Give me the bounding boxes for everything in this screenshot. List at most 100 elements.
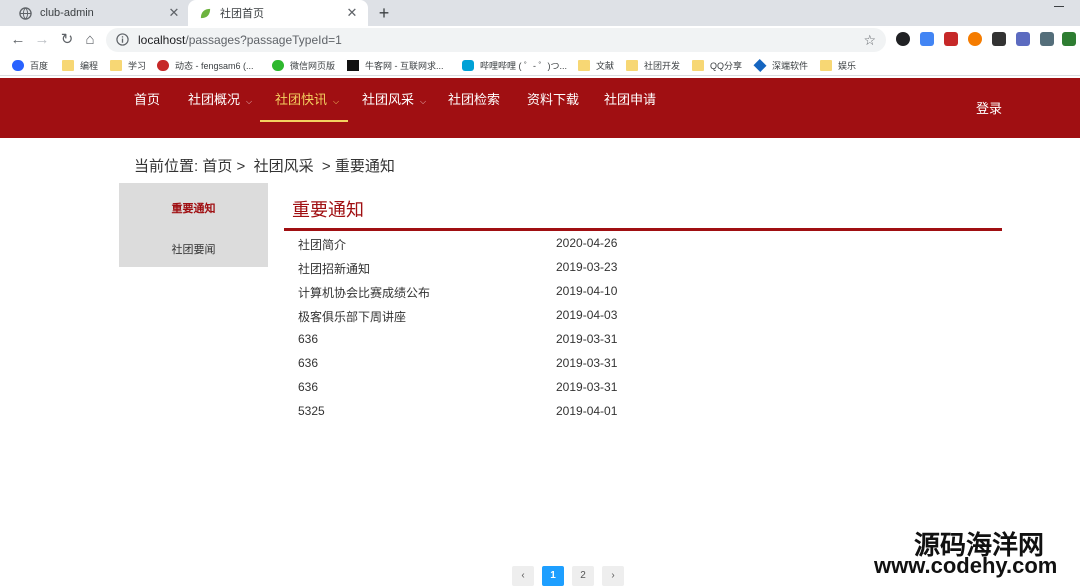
bookmark-software[interactable]: 深端软件 — [753, 57, 808, 73]
chevron-down-icon: ⌵ — [420, 97, 427, 106]
extension-icon[interactable] — [968, 32, 982, 46]
notice-date: 2020-04-26 — [556, 236, 618, 250]
chevron-down-icon: ⌵ — [246, 97, 253, 106]
url-host: localhost — [138, 33, 186, 47]
extension-icon[interactable] — [1016, 32, 1030, 46]
notice-title[interactable]: 计算机协会比赛成绩公布 — [298, 284, 430, 301]
nav-club-search[interactable]: 社团检索 — [448, 78, 500, 122]
home-button[interactable]: ⌂ — [80, 30, 100, 50]
ublock-icon[interactable] — [944, 32, 958, 46]
chevron-down-icon: ⌵ — [333, 97, 340, 106]
bookmark-bilibili[interactable]: 哔哩哔哩 ( ゜- ゜)つ... — [462, 57, 567, 73]
list-item[interactable]: 社团招新通知 2019-03-23 — [298, 258, 998, 282]
folder-icon — [626, 59, 638, 71]
list-item[interactable]: 636 2019-03-31 — [298, 330, 998, 354]
list-item[interactable]: 计算机协会比赛成绩公布 2019-04-10 — [298, 282, 998, 306]
notice-date: 2019-04-10 — [556, 284, 618, 298]
bookmark-wechat[interactable]: 微信网页版 — [272, 57, 335, 73]
login-link[interactable]: 登录 — [976, 98, 1002, 117]
next-page-button[interactable]: › — [602, 566, 624, 586]
browser-tab-club-admin[interactable]: club-admin ✕ — [8, 0, 190, 26]
list-item[interactable]: 极客俱乐部下周讲座 2019-04-03 — [298, 306, 998, 330]
bilibili-icon — [462, 59, 474, 71]
notice-title[interactable]: 636 — [298, 356, 318, 370]
extension-icon[interactable] — [1040, 32, 1054, 46]
bookmark-baidu[interactable]: 百度 — [12, 57, 48, 73]
pagination: ‹ 1 2 › — [512, 566, 632, 586]
browser-toolbar: ← → ↻ ⌂ localhost/passages?passageTypeId… — [0, 26, 1080, 54]
bookmark-star-icon[interactable]: ☆ — [863, 32, 876, 49]
diamond-icon — [753, 58, 767, 72]
side-item-important-notices[interactable]: 重要通知 — [119, 200, 268, 216]
bookmark-folder[interactable]: QQ分享 — [692, 57, 742, 73]
extension-icon[interactable] — [992, 32, 1006, 46]
notice-title[interactable]: 社团简介 — [298, 236, 346, 253]
list-item[interactable]: 5325 2019-04-01 — [298, 402, 998, 426]
github-icon — [157, 59, 169, 71]
list-item[interactable]: 636 2019-03-31 — [298, 378, 998, 402]
folder-icon — [692, 59, 704, 71]
tab-title: club-admin — [40, 7, 94, 19]
notice-title[interactable]: 极客俱乐部下周讲座 — [298, 308, 406, 325]
nav-downloads[interactable]: 资料下载 — [527, 78, 579, 122]
list-item[interactable]: 社团简介 2020-04-26 — [298, 234, 998, 258]
bookmark-folder[interactable]: 社团开发 — [626, 57, 680, 73]
notice-title[interactable]: 636 — [298, 380, 318, 394]
notice-title[interactable]: 636 — [298, 332, 318, 346]
info-icon[interactable] — [116, 33, 130, 47]
bookmark-folder[interactable]: 文献 — [578, 57, 614, 73]
page-1-button[interactable]: 1 — [542, 566, 564, 586]
minimize-window-button[interactable] — [1050, 0, 1070, 12]
side-item-club-news[interactable]: 社团要闻 — [119, 241, 268, 257]
extension-icon[interactable] — [896, 32, 910, 46]
list-item[interactable]: 636 2019-03-31 — [298, 354, 998, 378]
close-tab-icon[interactable]: ✕ — [344, 5, 360, 21]
notice-date: 2019-03-31 — [556, 380, 618, 394]
wechat-icon — [272, 59, 284, 71]
reload-button[interactable]: ↻ — [57, 30, 77, 50]
site-header: 首页 社团概况 ⌵ 社团快讯 ⌵ 社团风采 ⌵ 社团检索 资料下载 社团申请 登录 — [0, 78, 1080, 138]
vue-devtools-icon[interactable] — [1062, 32, 1076, 46]
breadcrumb: 当前位置: 首页 > 社团风采 > 重要通知 — [134, 158, 395, 175]
folder-icon — [110, 59, 122, 71]
address-bar[interactable]: localhost/passages?passageTypeId=1 ☆ — [106, 28, 886, 52]
bookmark-folder[interactable]: 娱乐 — [820, 57, 856, 73]
leaf-icon — [198, 6, 212, 20]
bookmark-folder[interactable]: 学习 — [110, 57, 146, 73]
bookmark-folder[interactable]: 编程 — [62, 57, 98, 73]
prev-page-button[interactable]: ‹ — [512, 566, 534, 586]
close-tab-icon[interactable]: ✕ — [166, 5, 182, 21]
notice-date: 2019-03-31 — [556, 356, 618, 370]
nav-active-indicator — [260, 120, 348, 122]
browser-tab-bar: club-admin ✕ 社团首页 ✕ + — [0, 0, 1080, 26]
nav-club-overview[interactable]: 社团概况 ⌵ — [188, 78, 252, 122]
nav-club-style[interactable]: 社团风采 ⌵ — [362, 78, 426, 122]
notice-list: 社团简介 2020-04-26 社团招新通知 2019-03-23 计算机协会比赛成… — [298, 234, 998, 426]
tab-title: 社团首页 — [220, 8, 264, 20]
notice-date: 2019-03-31 — [556, 332, 618, 346]
side-menu: 重要通知 社团要闻 — [119, 183, 268, 267]
forward-button[interactable]: → — [32, 30, 52, 50]
nav-club-news[interactable]: 社团快讯 ⌵ — [275, 78, 339, 122]
bookmark-github[interactable]: 动态 - fengsam6 (... — [157, 57, 254, 73]
folder-icon — [820, 59, 832, 71]
extension-icon[interactable] — [920, 32, 934, 46]
back-button[interactable]: ← — [8, 30, 28, 50]
folder-icon — [578, 59, 590, 71]
nav-club-apply[interactable]: 社团申请 — [604, 78, 656, 122]
section-title: 重要通知 — [292, 200, 364, 220]
nowcoder-icon — [347, 59, 359, 71]
bookmarks-bar: 百度 编程 学习 动态 - fengsam6 (... 微信网页版 牛客网 - … — [0, 54, 1080, 76]
baidu-icon — [12, 59, 24, 71]
browser-tab-club-home[interactable]: 社团首页 ✕ — [188, 0, 368, 26]
notice-title[interactable]: 5325 — [298, 404, 325, 418]
page-2-button[interactable]: 2 — [572, 566, 594, 586]
new-tab-button[interactable]: + — [374, 3, 394, 23]
nav-home[interactable]: 首页 — [134, 78, 160, 122]
notice-title[interactable]: 社团招新通知 — [298, 260, 370, 277]
bookmark-nowcoder[interactable]: 牛客网 - 互联网求... — [347, 57, 444, 73]
notice-date: 2019-03-23 — [556, 260, 618, 274]
notice-date: 2019-04-01 — [556, 404, 618, 418]
title-divider — [284, 228, 1002, 231]
globe-icon — [18, 6, 32, 20]
